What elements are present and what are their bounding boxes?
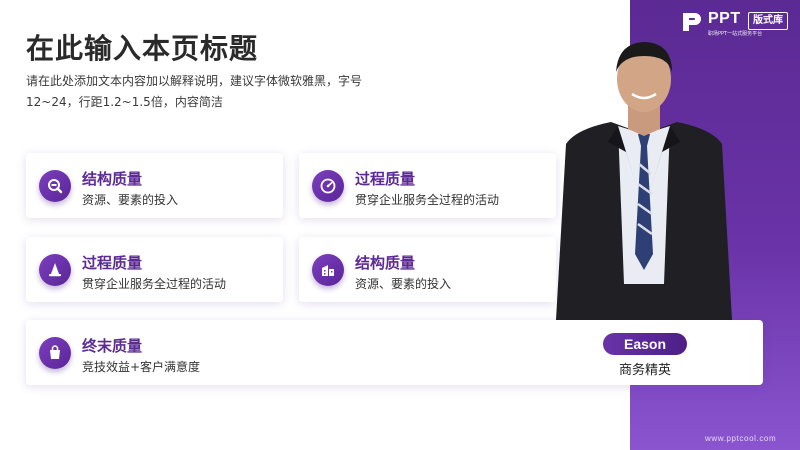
- search-minus-icon: [39, 170, 71, 202]
- card-text: 资源、要素的投入: [355, 277, 452, 291]
- person-name-badge: Eason: [603, 333, 687, 355]
- shopping-bag-icon: [39, 337, 71, 369]
- brand-badge: 版式库: [748, 12, 788, 30]
- card-title: 过程质量: [82, 254, 143, 272]
- card-text: 竞技效益+客户满意度: [82, 360, 201, 374]
- card-title: 结构质量: [82, 170, 143, 188]
- description-line-1: 请在此处添加文本内容加以解释说明，建议字体微软雅黑，字号: [26, 74, 363, 88]
- card-title: 终末质量: [82, 337, 143, 355]
- person-role: 商务精英: [618, 363, 671, 378]
- card-title: 过程质量: [355, 170, 416, 188]
- card-structure-quality-2[interactable]: 结构质量 资源、要素的投入: [299, 237, 556, 302]
- card-text: 资源、要素的投入: [82, 193, 179, 207]
- card-process-quality-2[interactable]: 过程质量 贯穿企业服务全过程的活动: [26, 237, 283, 302]
- card-text: 贯穿企业服务全过程的活动: [82, 277, 227, 291]
- site-url[interactable]: www.pptcool.com: [705, 434, 776, 443]
- card-text: 贯穿企业服务全过程的活动: [355, 193, 500, 207]
- wizard-hat-icon: [39, 254, 71, 286]
- brand-logo-icon: [683, 13, 701, 31]
- card-title: 结构质量: [355, 254, 416, 272]
- page-title: 在此输入本页标题: [26, 32, 259, 65]
- description-line-2: 12~24，行距1.2~1.5倍，内容简洁: [26, 95, 223, 109]
- brand-name: PPT: [708, 10, 741, 27]
- building-icon: [312, 254, 344, 286]
- card-process-quality-1[interactable]: 过程质量 贯穿企业服务全过程的活动: [299, 153, 556, 218]
- card-structure-quality-1[interactable]: 结构质量 资源、要素的投入: [26, 153, 283, 218]
- businessman-photo: [556, 42, 732, 320]
- gauge-icon: [312, 170, 344, 202]
- page-description: 请在此处添加文本内容加以解释说明，建议字体微软雅黑，字号 12~24，行距1.2…: [26, 71, 426, 113]
